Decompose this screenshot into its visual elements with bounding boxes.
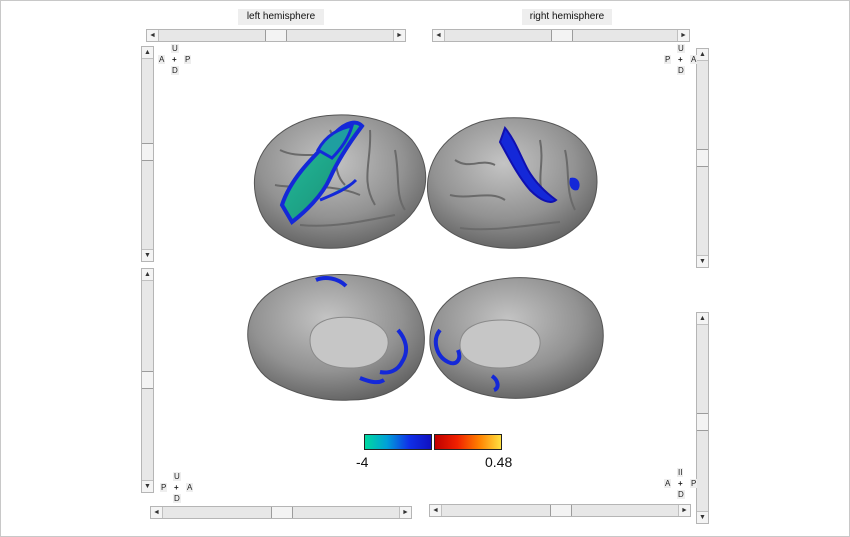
colorbar-max-label: 0.48	[485, 454, 513, 470]
corpus-callosum	[459, 319, 541, 369]
left-medial-view	[247, 274, 425, 401]
right-lateral-view	[426, 117, 598, 249]
colorbar-positive	[434, 434, 502, 450]
colorbar-min-label: -4	[356, 454, 369, 470]
colorbar-negative	[364, 434, 432, 450]
brain-surface-renderings	[247, 114, 604, 401]
corpus-callosum	[309, 316, 389, 369]
left-lateral-view	[253, 114, 427, 249]
right-medial-view	[429, 277, 604, 399]
